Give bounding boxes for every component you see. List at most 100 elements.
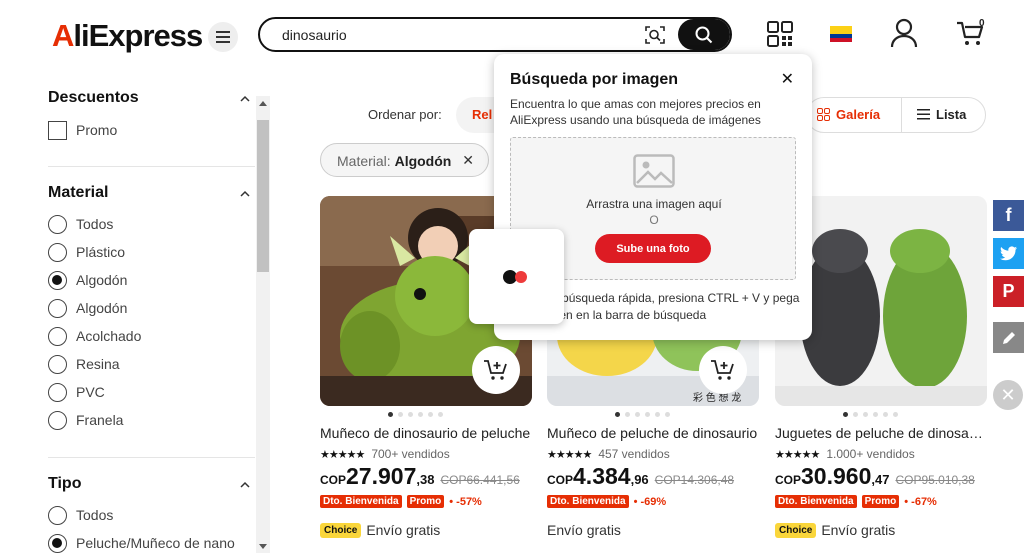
view-toggle: Galería Lista (806, 97, 986, 133)
radio-button[interactable] (48, 354, 67, 374)
radio-button-selected[interactable] (48, 270, 67, 290)
filter-sidebar: Descuentos Promo Material Todos Plástico… (0, 72, 272, 553)
image-carousel-dots (843, 412, 898, 417)
sidebar-scrollbar[interactable] (256, 96, 270, 553)
qr-code-icon[interactable] (766, 20, 794, 48)
material-option[interactable]: Franela (48, 409, 123, 431)
welcome-discount-badge: Dto. Bienvenida (547, 495, 629, 508)
pinterest-icon: P (1002, 281, 1015, 301)
radio-button[interactable] (48, 298, 67, 318)
search-input[interactable] (282, 25, 642, 45)
pencil-icon (1002, 331, 1015, 344)
product-price: COP30.960,47 COP95.010,38 (775, 463, 975, 489)
promo-badge: Promo (406, 495, 445, 508)
chevron-up-icon[interactable] (240, 480, 250, 490)
welcome-discount-badge: Dto. Bienvenida (320, 495, 402, 508)
grid-icon (817, 108, 830, 121)
product-badges: Dto. Bienvenida • -69% (547, 495, 666, 508)
material-option[interactable]: Todos (48, 213, 113, 235)
original-price: COP66.441,56 (440, 473, 520, 487)
radio-button-selected[interactable] (48, 533, 67, 553)
product-rating: ★★★★★ 1.000+ vendidos (775, 447, 915, 461)
chevron-up-icon[interactable] (240, 189, 250, 199)
list-view-button[interactable]: Lista (917, 107, 966, 122)
scroll-up-arrow-icon[interactable] (259, 101, 267, 106)
chevron-up-icon[interactable] (240, 94, 250, 104)
facebook-icon: f (1005, 205, 1012, 225)
drop-zone-text: Arrastra una imagen aquí (586, 197, 722, 211)
gallery-view-button[interactable]: Galería (817, 107, 880, 122)
image-carousel-dots (615, 412, 670, 417)
material-option-label: Plástico (76, 244, 126, 260)
section-title-descuentos[interactable]: Descuentos (48, 89, 139, 107)
aliexpress-logo[interactable]: AliExpress (52, 18, 203, 54)
tipo-option-label: Peluche/Muñeco de nano (76, 535, 235, 551)
material-option-label: Acolchado (76, 328, 142, 344)
scrollbar-thumb[interactable] (257, 120, 269, 272)
welcome-discount-badge: Dto. Bienvenida (775, 495, 857, 508)
menu-button[interactable] (208, 22, 238, 52)
product-price: COP4.384,96 COP14.306,48 (547, 463, 735, 489)
user-account-icon[interactable] (890, 18, 918, 48)
close-icon[interactable]: ✕ (462, 152, 474, 169)
section-title-tipo[interactable]: Tipo (48, 475, 81, 493)
tipo-option[interactable]: Peluche/Muñeco de nano (48, 532, 235, 553)
active-filter-chip[interactable]: Material: Algodón ✕ (320, 143, 489, 177)
close-icon: ✕ (1000, 384, 1016, 405)
search-button[interactable] (678, 19, 730, 50)
colombia-flag-icon[interactable] (830, 26, 852, 42)
product-rating: ★★★★★ 700+ vendidos (320, 447, 450, 461)
tipo-option-label: Todos (76, 507, 114, 523)
shipping-info: Envío gratis (547, 522, 621, 538)
add-to-cart-button[interactable] (472, 346, 520, 394)
pinterest-share-button[interactable]: P (993, 276, 1024, 307)
upload-photo-button[interactable]: Sube una foto (595, 234, 711, 263)
sold-count: 700+ vendidos (371, 447, 450, 461)
add-to-cart-button[interactable] (699, 346, 747, 394)
product-title[interactable]: Juguetes de peluche de dinosaurio (775, 425, 987, 441)
material-option[interactable]: Algodón (48, 269, 127, 291)
material-option[interactable]: Plástico (48, 241, 125, 263)
product-badges: Dto. Bienvenida Promo • -67% (775, 495, 937, 508)
popup-close-icon[interactable]: ✕ (781, 69, 794, 89)
add-cart-icon (484, 360, 507, 380)
sold-count: 1.000+ vendidos (826, 447, 915, 461)
close-share-button[interactable]: ✕ (993, 380, 1023, 410)
filter-option-promo[interactable]: Promo (48, 119, 117, 141)
material-option-label: Todos (76, 216, 114, 232)
or-text: O (649, 213, 659, 227)
discount-percent: • -57% (449, 495, 482, 508)
choice-badge: Choice (320, 522, 362, 538)
section-title-material[interactable]: Material (48, 184, 108, 202)
material-option[interactable]: Acolchado (48, 325, 141, 347)
product-title[interactable]: Muñeco de peluche de dinosaurio (547, 425, 759, 441)
radio-button[interactable] (48, 410, 67, 430)
tipo-option[interactable]: Todos (48, 504, 113, 526)
radio-button[interactable] (48, 505, 67, 525)
search-bar (258, 17, 732, 52)
shipping-info: Choice Envío gratis (320, 522, 440, 538)
search-icon (695, 26, 713, 43)
radio-button[interactable] (48, 326, 67, 346)
filter-option-label: Promo (76, 122, 118, 138)
material-option[interactable]: Resina (48, 353, 120, 375)
product-price: COP27.907,38 COP66.441,56 (320, 463, 520, 489)
checkbox[interactable] (48, 120, 67, 140)
material-option[interactable]: Algodón (48, 297, 127, 319)
radio-button[interactable] (48, 242, 67, 262)
radio-button[interactable] (48, 382, 67, 402)
material-option-label: Franela (76, 412, 124, 428)
original-price: COP95.010,38 (895, 473, 975, 487)
radio-button[interactable] (48, 214, 67, 234)
product-title[interactable]: Muñeco de dinosaurio de peluche (320, 425, 532, 441)
star-rating-icon: ★★★★★ (775, 448, 820, 461)
twitter-share-button[interactable] (993, 238, 1024, 269)
scroll-down-arrow-icon[interactable] (259, 544, 267, 549)
material-option-label: Algodón (76, 272, 128, 288)
filter-chip-text: Material: Algodón (337, 153, 452, 169)
edit-button[interactable] (993, 322, 1024, 353)
facebook-share-button[interactable]: f (993, 200, 1024, 231)
material-option[interactable]: PVC (48, 381, 105, 403)
camera-search-icon[interactable] (644, 25, 666, 45)
discount-percent: • -69% (633, 495, 667, 508)
